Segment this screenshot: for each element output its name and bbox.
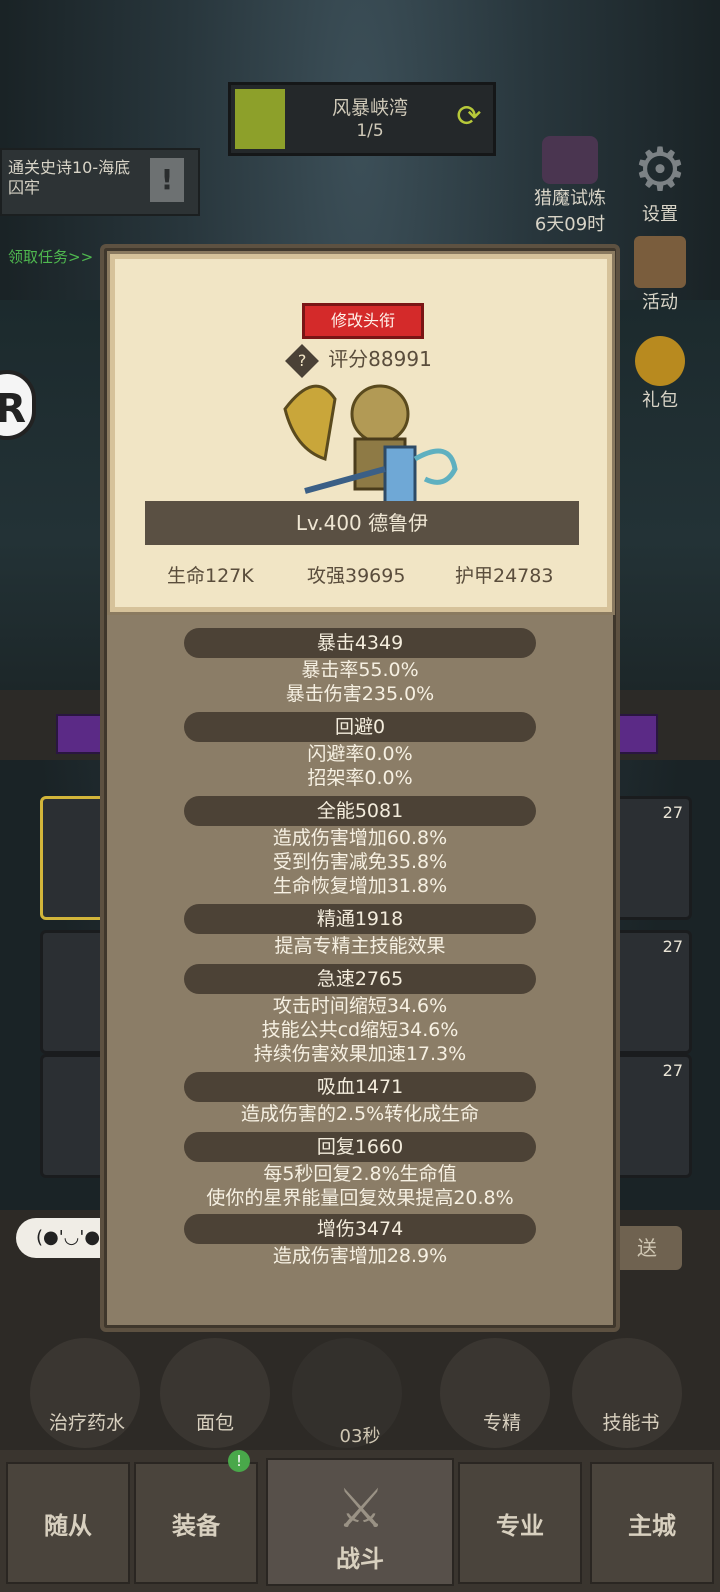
activity-label: 活动 <box>642 292 678 313</box>
exclamation-icon: ! <box>150 158 184 202</box>
stat-detail: 造成伤害增加28.9% <box>272 1245 448 1267</box>
trial-label: 猎魔试炼 <box>534 188 606 209</box>
stat-heading: 回避0 <box>184 712 536 742</box>
stat-detail: 受到伤害减免35.8% <box>272 851 448 873</box>
character-card: 修改头衔 ? 评分88991 Lv.400 德鲁伊 生命127K 攻强39695 … <box>110 254 612 612</box>
stat-detail: 暴击伤害235.0% <box>285 683 435 705</box>
stat-detail: 闪避率0.0% <box>307 743 413 765</box>
score-text: 评分88991 <box>328 347 432 371</box>
stat-detail: 造成伤害的2.5%转化成生命 <box>240 1103 480 1125</box>
stat-avoidance: 回避0 闪避率0.0% 招架率0.0% <box>104 712 616 790</box>
stat-detail: 生命恢复增加31.8% <box>272 875 448 897</box>
edit-title-button[interactable]: 修改头衔 <box>302 303 424 339</box>
tab-followers[interactable]: 随从 <box>6 1462 130 1584</box>
activity-button[interactable]: 活动 <box>624 236 696 314</box>
character-stats-panel: 修改头衔 ? 评分88991 Lv.400 德鲁伊 生命127K 攻强39695 … <box>100 244 620 1332</box>
scroll-icon <box>634 236 686 288</box>
send-button[interactable]: 送 <box>612 1226 682 1270</box>
chest-timer: 03秒 <box>339 1426 381 1447</box>
stat-heading: 精通1918 <box>184 904 536 934</box>
tab-main-city[interactable]: 主城 <box>590 1462 714 1584</box>
gift-label: 礼包 <box>642 390 678 411</box>
stat-detail: 造成伤害增加60.8% <box>272 827 448 849</box>
gift-icon <box>635 336 685 386</box>
slot-level: 27 <box>662 1061 683 1080</box>
stat-detail: 技能公共cd缩短34.6% <box>261 1019 459 1041</box>
attack-stat: 攻强39695 <box>307 565 406 587</box>
quest-text: 通关史诗10-海底囚牢 <box>8 158 131 197</box>
stat-heading: 增伤3474 <box>184 1214 536 1244</box>
notification-badge: ! <box>228 1450 250 1472</box>
stat-heading: 全能5081 <box>184 796 536 826</box>
stat-heading: 吸血1471 <box>184 1072 536 1102</box>
stat-damage-bonus: 增伤3474 造成伤害增加28.9% <box>104 1214 616 1268</box>
skillbook-label: 技能书 <box>602 1412 660 1434</box>
gift-button[interactable]: 礼包 <box>624 336 696 412</box>
stat-detail: 招架率0.0% <box>307 767 413 789</box>
accept-quest-link[interactable]: 领取任务>> <box>8 246 93 267</box>
dungeon-mode-box[interactable]: 风暴峡湾 1/5 ⟳ <box>228 82 496 156</box>
druid-hero-image <box>283 384 458 505</box>
tab-equipment[interactable]: 装备 <box>134 1462 258 1584</box>
mode-progress-indicator <box>235 89 285 149</box>
specialization-label: 专精 <box>482 1412 521 1434</box>
quest-tracker[interactable]: 通关史诗10-海底囚牢 ! <box>0 148 200 216</box>
stat-detail: 使你的星界能量回复效果提高20.8% <box>206 1187 514 1209</box>
stat-haste: 急速2765 攻击时间缩短34.6% 技能公共cd缩短34.6% 持续伤害效果加… <box>104 964 616 1066</box>
stat-heading: 急速2765 <box>184 964 536 994</box>
stat-detail: 持续伤害效果加速17.3% <box>253 1043 467 1065</box>
tab-battle-label: 战斗 <box>336 1545 384 1573</box>
stat-detail: 暴击率55.0% <box>301 659 419 681</box>
stat-detail: 每5秒回复2.8%生命值 <box>263 1163 457 1185</box>
mode-progress: 1/5 <box>356 121 384 141</box>
stat-lifesteal: 吸血1471 造成伤害的2.5%转化成生命 <box>104 1072 616 1126</box>
bread-label: 面包 <box>195 1412 234 1434</box>
slot-level: 27 <box>662 937 683 956</box>
stat-heading: 暴击4349 <box>184 628 536 658</box>
stat-critical: 暴击4349 暴击率55.0% 暴击伤害235.0% <box>104 628 616 706</box>
stat-versatility: 全能5081 造成伤害增加60.8% 受到伤害减免35.8% 生命恢复增加31.… <box>104 796 616 898</box>
stat-heading: 回复1660 <box>184 1132 536 1162</box>
stat-mastery: 精通1918 提高专精主技能效果 <box>104 904 616 958</box>
stat-detail: 攻击时间缩短34.6% <box>272 995 448 1017</box>
mode-title: 风暴峡湾 <box>331 97 408 119</box>
crossed-swords-icon: ⚔ <box>336 1477 386 1540</box>
hp-stat: 生命127K <box>167 565 254 587</box>
demon-trial-button[interactable]: 猎魔试炼 6天09时 <box>520 136 620 236</box>
settings-button[interactable]: ⚙ 设置 <box>624 140 696 226</box>
tab-profession[interactable]: 专业 <box>458 1462 582 1584</box>
stat-regen: 回复1660 每5秒回复2.8%生命值 使你的星界能量回复效果提高20.8% <box>104 1132 616 1210</box>
slot-level: 27 <box>662 803 683 822</box>
trial-time: 6天09时 <box>534 214 606 235</box>
hero-name-bar: Lv.400 德鲁伊 <box>145 501 579 545</box>
gear-icon: ⚙ <box>633 135 687 205</box>
potion-label: 治疗药水 <box>48 1412 125 1434</box>
demon-wing-icon <box>542 136 598 184</box>
armor-stat: 护甲24783 <box>455 565 554 587</box>
stat-detail: 提高专精主技能效果 <box>274 935 446 957</box>
refresh-icon[interactable]: ⟳ <box>451 99 487 135</box>
